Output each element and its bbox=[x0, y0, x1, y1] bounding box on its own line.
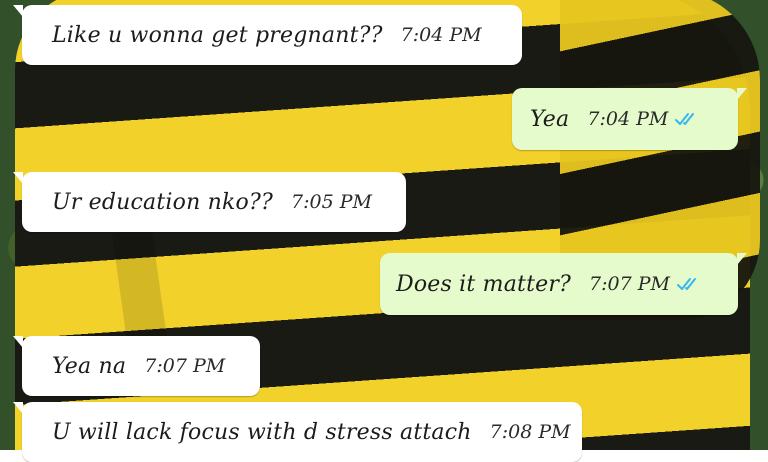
message-text: Does it matter? bbox=[396, 271, 572, 297]
message-timestamp: 7:07 PM bbox=[144, 355, 226, 377]
message-bubble-incoming[interactable]: Like u wonna get pregnant?? 7:04 PM bbox=[13, 5, 522, 65]
message-text: Yea bbox=[530, 106, 570, 132]
message-text: Yea na bbox=[52, 353, 127, 379]
message-timestamp: 7:07 PM bbox=[589, 273, 670, 295]
message-bubble-incoming[interactable]: U will lack focus with d stress attach 7… bbox=[13, 402, 582, 462]
message-timestamp: 7:08 PM bbox=[489, 421, 571, 443]
message-text: U will lack focus with d stress attach bbox=[52, 419, 472, 445]
message-timestamp: 7:04 PM bbox=[400, 24, 482, 46]
message-bubble-incoming[interactable]: Ur education nko?? 7:05 PM bbox=[13, 172, 406, 232]
message-timestamp: 7:05 PM bbox=[290, 191, 372, 213]
message-bubble-outgoing[interactable]: Yea 7:04 PM bbox=[512, 88, 747, 150]
double-check-icon bbox=[674, 111, 700, 127]
message-bubble-outgoing[interactable]: Does it matter? 7:07 PM bbox=[380, 253, 747, 315]
message-bubble-incoming[interactable]: Yea na 7:07 PM bbox=[13, 336, 260, 396]
message-text: Like u wonna get pregnant?? bbox=[52, 22, 383, 48]
double-check-icon bbox=[676, 276, 702, 292]
message-text: Ur education nko?? bbox=[52, 189, 273, 215]
message-timestamp: 7:04 PM bbox=[587, 108, 669, 130]
